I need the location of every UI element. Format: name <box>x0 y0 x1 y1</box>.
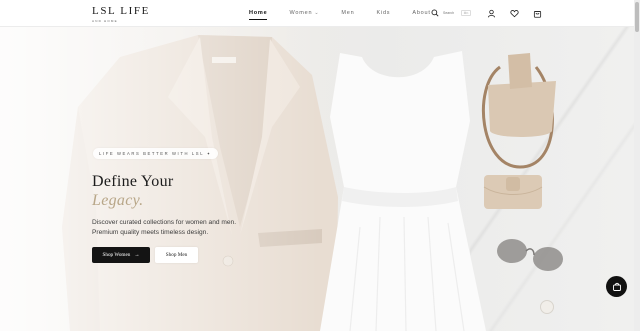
scrollbar-thumb[interactable] <box>635 2 639 32</box>
logo-subtext: AND HOME <box>92 19 118 23</box>
heart-icon[interactable] <box>510 9 519 18</box>
search-icon[interactable] <box>431 9 439 17</box>
nav-about[interactable]: About <box>412 10 430 16</box>
bag-icon[interactable] <box>533 9 542 18</box>
search-input[interactable] <box>443 10 461 16</box>
hero-description: Discover curated collections for women a… <box>92 219 237 236</box>
site-header: LSL LIFE AND HOME Home Women ⌄ Men Kids A… <box>0 0 634 27</box>
shop-women-button[interactable]: Shop Women → <box>92 247 150 263</box>
carousel-indicator[interactable] <box>540 300 554 314</box>
chevron-down-icon: ⌄ <box>314 10 320 16</box>
hero-section: LIFE WEARS BETTER WITH LSL ✦ Define Your… <box>0 27 634 331</box>
nav-men[interactable]: Men <box>341 10 354 16</box>
chat-button[interactable] <box>606 276 627 297</box>
scrollbar[interactable] <box>634 0 640 331</box>
hero-headline-accent: Legacy. <box>92 192 144 209</box>
main-nav: Home Women ⌄ Men Kids About <box>249 10 453 20</box>
nav-home[interactable]: Home <box>249 10 268 20</box>
page: LSL LIFE AND HOME Home Women ⌄ Men Kids A… <box>0 0 640 331</box>
logo[interactable]: LSL LIFE AND HOME <box>92 5 150 24</box>
tagline-badge: LIFE WEARS BETTER WITH LSL ✦ <box>93 148 218 159</box>
nav-women[interactable]: Women ⌄ <box>289 10 319 16</box>
hero-headline: Define Your <box>92 173 174 190</box>
chat-bag-icon <box>612 282 621 291</box>
arrow-right-icon: → <box>134 252 140 258</box>
user-icon[interactable] <box>487 9 496 18</box>
search-shortcut: ⌘K <box>461 10 472 16</box>
shop-men-button[interactable]: Shop Men <box>155 247 198 263</box>
search-bar[interactable]: ⌘K <box>431 9 472 17</box>
shop-women-label: Shop Women <box>102 252 131 258</box>
nav-women-label: Women <box>289 10 313 16</box>
logo-text: LSL LIFE <box>92 5 150 17</box>
nav-kids[interactable]: Kids <box>376 10 390 16</box>
